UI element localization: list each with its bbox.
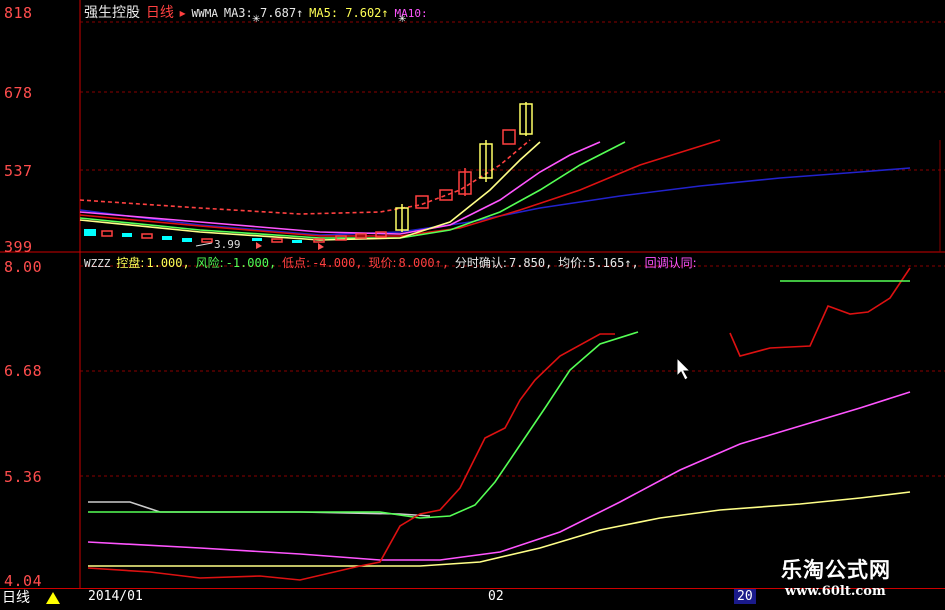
item-price-label: 现价: bbox=[368, 256, 397, 270]
indicator-triangle-icon[interactable]: ▸ bbox=[180, 6, 186, 20]
period-switch-button[interactable]: 日线 bbox=[0, 588, 48, 609]
item-avg-label: 均价: bbox=[558, 256, 587, 270]
price-tick-678: 678 bbox=[4, 84, 33, 102]
ma5-marker-icon: ✳ bbox=[398, 14, 407, 25]
ma-blue-line bbox=[79, 167, 911, 236]
date-start-label: 2014/01 bbox=[88, 589, 143, 604]
indicator-white-line bbox=[88, 501, 431, 517]
ma3-value: MA3: 7.687↑ bbox=[223, 6, 304, 20]
indicator-lines bbox=[87, 267, 911, 581]
chart-canvas[interactable] bbox=[0, 0, 945, 590]
date-end-label: 20 bbox=[734, 589, 756, 604]
date-mid-label: 02 bbox=[488, 589, 504, 604]
item-pullback-label: 回调认同: bbox=[644, 256, 697, 270]
indicator-strip: WZZZ 控盘: 1.000, 风险: -1.000, 低点: -4.000, 现价:… bbox=[84, 254, 701, 271]
low-price-label: 3.99 bbox=[214, 238, 241, 251]
watermark-title: 乐淘公式网 bbox=[781, 558, 891, 582]
indicator-tick-8-00: 8.00 bbox=[4, 258, 43, 276]
item-risk-label: 风险: bbox=[195, 256, 224, 270]
price-tick-818: 818 bbox=[4, 4, 33, 22]
ma3-marker-icon: ✳ bbox=[252, 14, 261, 25]
item-confirm-label: 分时确认: bbox=[454, 256, 507, 270]
ma-green-line bbox=[79, 141, 626, 239]
item-risk-value: -1.000, bbox=[225, 256, 277, 270]
item-control-label: 控盘: bbox=[116, 256, 145, 270]
ma-dashed-line bbox=[79, 139, 531, 215]
item-price-value: 8.000↑, bbox=[398, 256, 450, 270]
stock-name[interactable]: 强生控股 bbox=[84, 5, 140, 21]
price-tick-399: 399 bbox=[4, 238, 33, 256]
watermark-url: www.60lt.com bbox=[785, 584, 886, 599]
period-label[interactable]: 日线 bbox=[146, 5, 174, 21]
indicator-name[interactable]: WWMA bbox=[192, 7, 219, 20]
item-control-value: 1.000, bbox=[146, 256, 190, 270]
item-low-value: -4.000, bbox=[312, 256, 363, 270]
period-dropdown-icon[interactable] bbox=[46, 592, 60, 604]
indicator-tick-6-68: 6.68 bbox=[4, 362, 43, 380]
item-low-label: 低点: bbox=[282, 256, 311, 270]
ma5-value: MA5: 7.602↑ bbox=[309, 6, 389, 20]
price-tick-537: 537 bbox=[4, 162, 33, 180]
indicator-strip-name[interactable]: WZZZ bbox=[84, 257, 111, 270]
panel-grid bbox=[0, 0, 945, 590]
ma-lines bbox=[79, 139, 911, 241]
mouse-cursor-icon bbox=[676, 357, 692, 381]
item-confirm-value: 7.850, bbox=[508, 256, 553, 270]
indicator-tick-5-36: 5.36 bbox=[4, 468, 43, 486]
item-avg-value: 5.165↑, bbox=[588, 256, 639, 270]
